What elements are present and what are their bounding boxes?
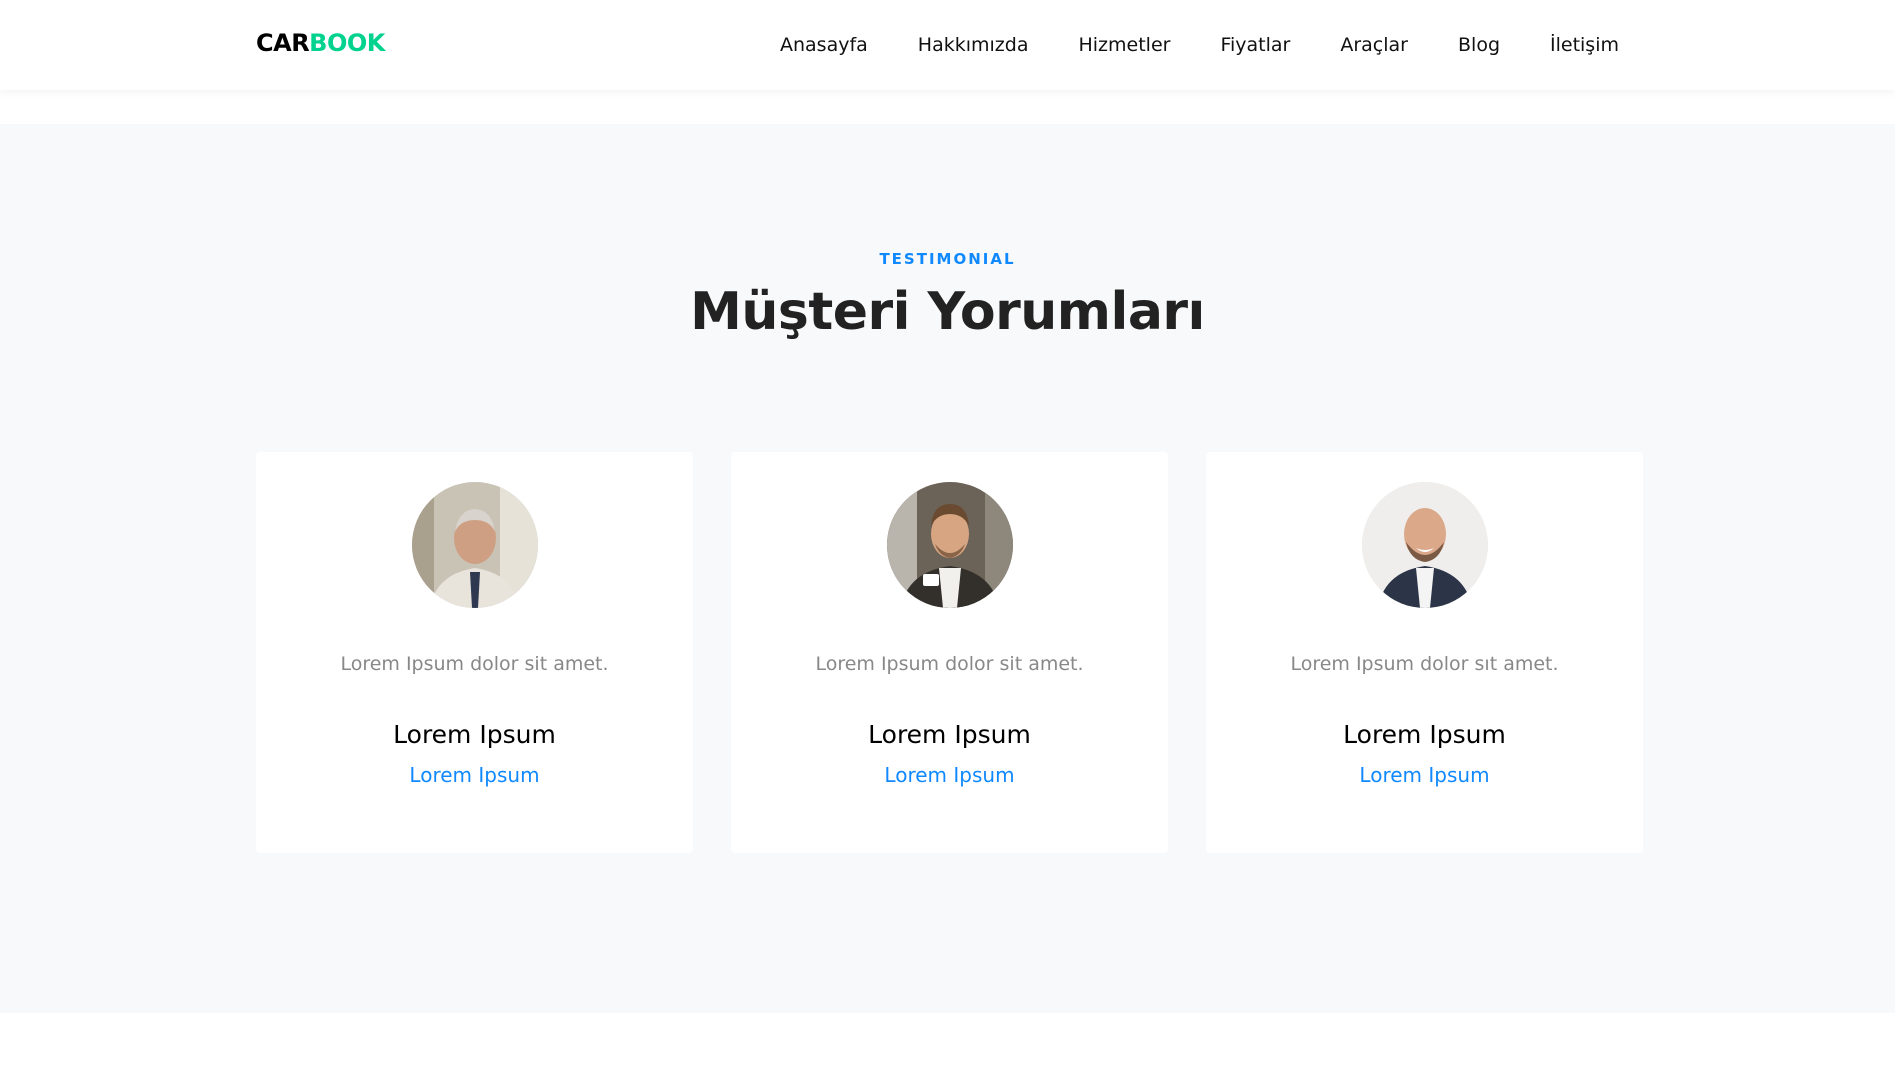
nav-link-contact[interactable]: İletişim <box>1550 34 1619 56</box>
testimonial-name: Lorem Ipsum <box>1343 720 1506 749</box>
nav-link-blog[interactable]: Blog <box>1458 34 1500 56</box>
testimonial-card: Lorem Ipsum dolor sit amet. Lorem Ipsum … <box>256 452 693 853</box>
avatar <box>1362 482 1488 608</box>
testimonial-name: Lorem Ipsum <box>393 720 556 749</box>
nav-menu: Anasayfa Hakkımızda Hizmetler Fiyatlar A… <box>780 0 1619 90</box>
testimonial-position-link[interactable]: Lorem Ipsum <box>1206 763 1643 787</box>
testimonial-name: Lorem Ipsum <box>868 720 1031 749</box>
nav-item-pricing: Fiyatlar <box>1220 34 1290 56</box>
nav-item-cars: Araçlar <box>1340 34 1408 56</box>
avatar <box>887 482 1013 608</box>
testimonial-card: Lorem Ipsum dolor sıt amet. Lorem Ipsum … <box>1206 452 1643 853</box>
nav-link-home[interactable]: Anasayfa <box>780 34 868 56</box>
logo-link[interactable]: CARBOOK <box>256 29 385 57</box>
nav-link-services[interactable]: Hizmetler <box>1078 34 1170 56</box>
nav-link-about[interactable]: Hakkımızda <box>918 34 1029 56</box>
nav-link-cars[interactable]: Araçlar <box>1340 34 1408 56</box>
nav-item-about: Hakkımızda <box>918 34 1029 56</box>
testimonial-card: Lorem Ipsum dolor sit amet. Lorem Ipsum … <box>731 452 1168 853</box>
section-subheading: TESTIMONIAL <box>879 250 1016 268</box>
nav-item-services: Hizmetler <box>1078 34 1170 56</box>
testimonial-position-link[interactable]: Lorem Ipsum <box>256 763 693 787</box>
navbar: CARBOOK Anasayfa Hakkımızda Hizmetler Fi… <box>0 0 1895 90</box>
logo-text-book: BOOK <box>309 29 385 57</box>
testimonial-quote: Lorem Ipsum dolor sit amet. <box>815 653 1084 675</box>
nav-item-blog: Blog <box>1458 34 1500 56</box>
nav-item-contact: İletişim <box>1550 34 1619 56</box>
avatar-photo-older-man <box>412 482 538 608</box>
avatar <box>412 482 538 608</box>
avatar-photo-man-with-coffee <box>887 482 1013 608</box>
testimonial-quote: Lorem Ipsum dolor sit amet. <box>340 653 609 675</box>
nav-item-home: Anasayfa <box>780 34 868 56</box>
section-heading: Müşteri Yorumları <box>690 282 1205 342</box>
avatar-photo-bald-man <box>1362 482 1488 608</box>
testimonial-section: TESTIMONIAL Müşteri Yorumları Lorem Ipsu… <box>0 124 1895 1013</box>
logo-text-car: CAR <box>256 29 310 57</box>
testimonial-quote: Lorem Ipsum dolor sıt amet. <box>1290 653 1559 675</box>
testimonial-position-link[interactable]: Lorem Ipsum <box>731 763 1168 787</box>
testimonial-cards: Lorem Ipsum dolor sit amet. Lorem Ipsum … <box>256 452 1643 853</box>
nav-link-pricing[interactable]: Fiyatlar <box>1220 34 1290 56</box>
